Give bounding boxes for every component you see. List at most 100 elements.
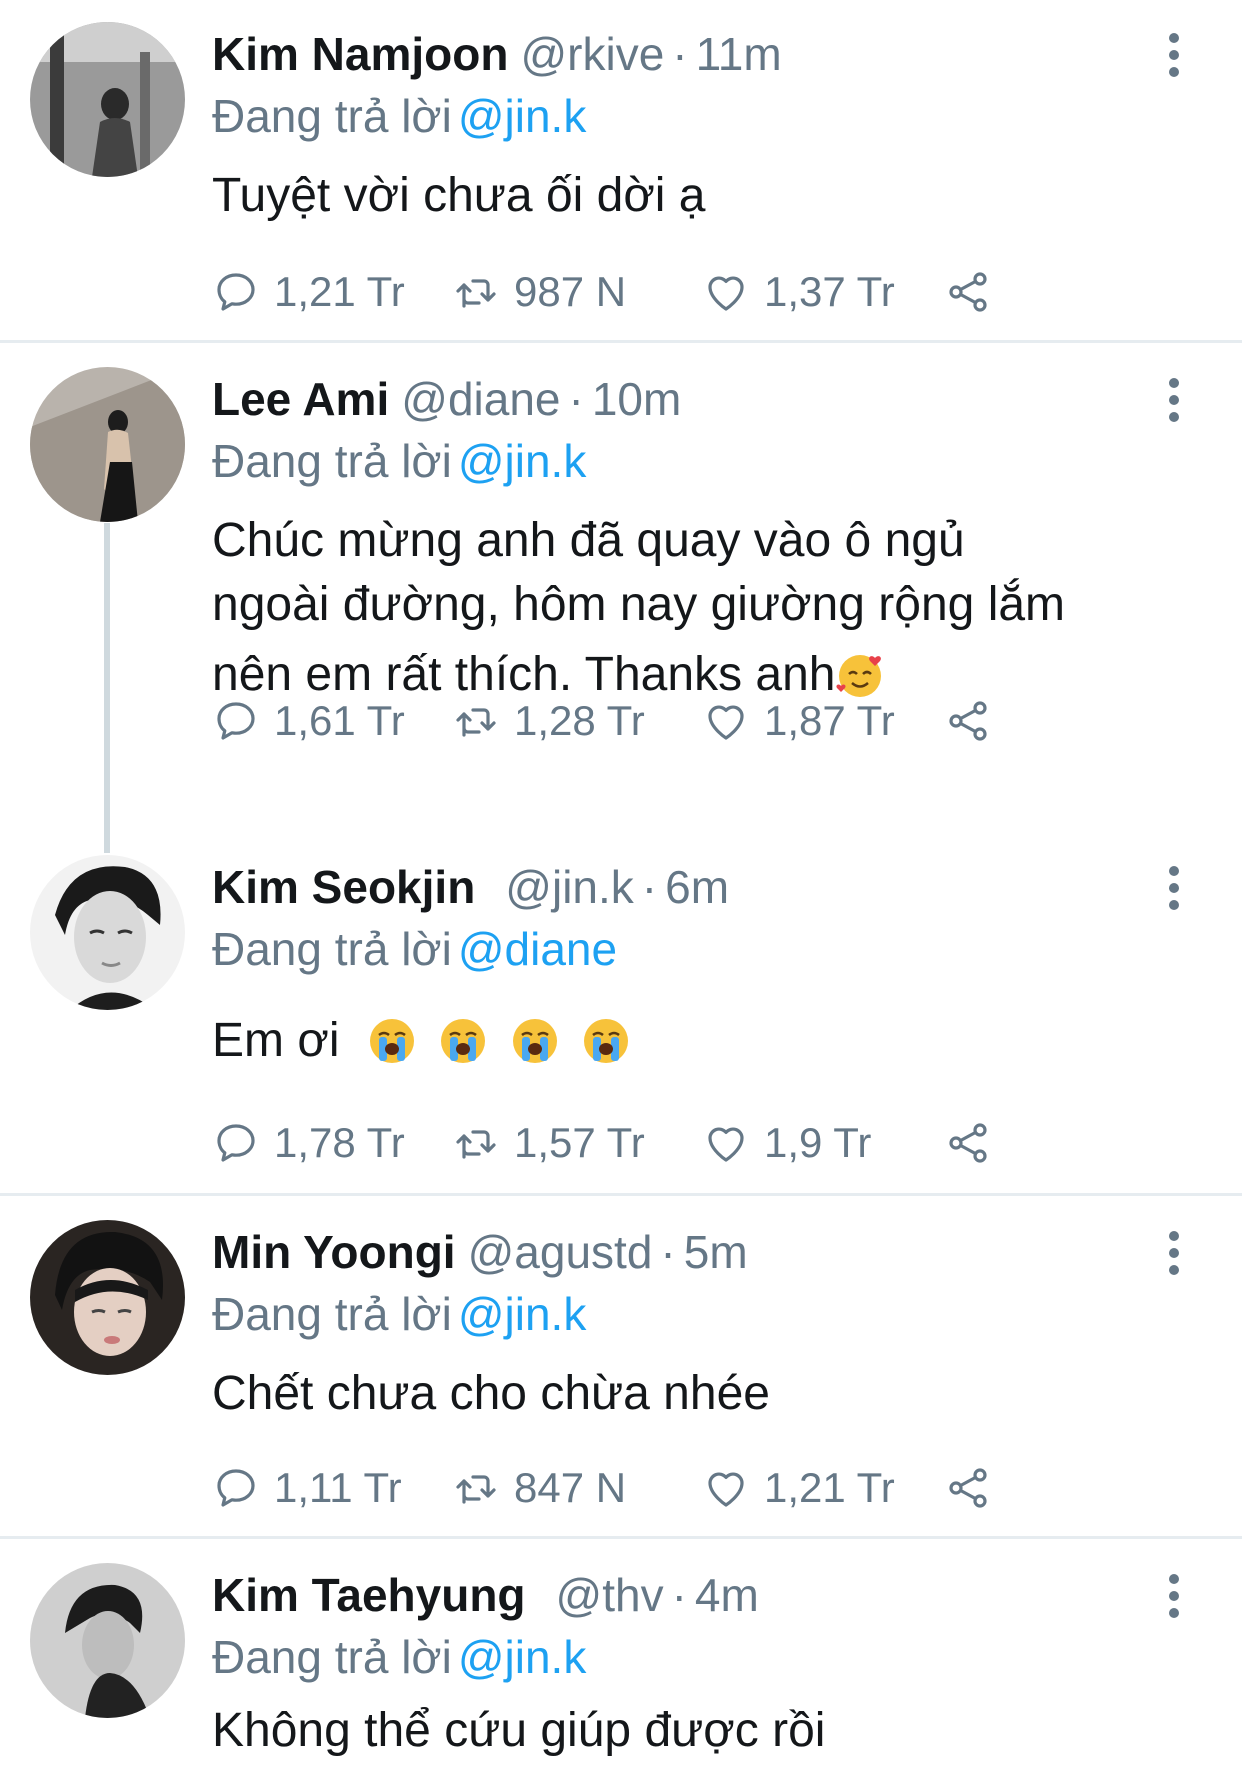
replying-to: Đang trả lời @jin.k xyxy=(212,1284,586,1344)
mention-link[interactable]: @jin.k xyxy=(458,90,587,142)
tweet-text-line: ngoài đường, hôm nay giường rộng lắm xyxy=(212,578,1066,631)
like-button[interactable]: 1,37 Tr xyxy=(702,262,895,322)
timestamp[interactable]: 6m xyxy=(665,861,729,913)
retweet-button[interactable]: 1,28 Tr xyxy=(452,691,645,751)
replying-to: Đang trả lời @jin.k xyxy=(212,431,586,491)
tweet-header: Lee Ami @diane · 10m xyxy=(212,369,1122,429)
timestamp[interactable]: 11m xyxy=(696,28,782,80)
reply-icon xyxy=(212,697,260,745)
retweet-icon xyxy=(452,697,500,745)
avatar[interactable] xyxy=(30,22,185,177)
reply-icon xyxy=(212,268,260,316)
tweet-text: Em ơi xyxy=(212,1009,1172,1083)
reply-count: 1,78 Tr xyxy=(274,1119,405,1166)
share-button[interactable] xyxy=(944,262,1006,322)
like-button[interactable]: 1,21 Tr xyxy=(702,1458,895,1518)
tweet-kim-namjoon[interactable]: Kim Namjoon @rkive · 11m Đang trả lời @jin.k… xyxy=(0,0,1242,340)
timestamp[interactable]: 10m xyxy=(592,373,681,425)
tweet-header: Kim Namjoon @rkive · 11m xyxy=(212,24,1122,84)
action-bar: 1,61 Tr 1,28 Tr 1,87 Tr xyxy=(212,691,1012,751)
reply-button[interactable]: 1,78 Tr xyxy=(212,1113,405,1173)
avatar[interactable] xyxy=(30,367,185,522)
tweet-text-line: Em ơi xyxy=(212,1014,340,1067)
tweet-min-yoongi[interactable]: Min Yoongi @agustd · 5m Đang trả lời @jin.k … xyxy=(0,1196,1242,1536)
like-count: 1,87 Tr xyxy=(764,697,895,744)
replying-to: Đang trả lời @diane xyxy=(212,919,617,979)
mention-link[interactable]: @jin.k xyxy=(458,435,587,487)
replying-to-label: Đang trả lời xyxy=(212,1288,452,1340)
author-name[interactable]: Min Yoongi xyxy=(212,1226,456,1278)
more-icon[interactable] xyxy=(1164,859,1184,919)
author-name[interactable]: Kim Taehyung xyxy=(212,1569,526,1621)
replying-to: Đang trả lời @jin.k xyxy=(212,86,586,146)
share-button[interactable] xyxy=(944,1113,1006,1173)
share-button[interactable] xyxy=(944,1458,1006,1518)
separator-dot: · xyxy=(641,861,658,913)
tweet-header: Kim Taehyung @thv · 4m xyxy=(212,1565,1122,1625)
author-handle[interactable]: @thv xyxy=(556,1569,664,1621)
replying-to-label: Đang trả lời xyxy=(212,435,452,487)
author-name[interactable]: Lee Ami xyxy=(212,373,389,425)
mention-link[interactable]: @jin.k xyxy=(458,1288,587,1340)
reply-button[interactable]: 1,61 Tr xyxy=(212,691,405,751)
more-icon[interactable] xyxy=(1164,26,1184,86)
tweet-text: Tuyệt vời chưa ối dời ạ xyxy=(212,169,706,222)
tweet-text-line: Chúc mừng anh đã quay vào ô ngủ xyxy=(212,514,965,567)
reply-count: 1,61 Tr xyxy=(274,697,405,744)
author-handle[interactable]: @rkive xyxy=(520,28,664,80)
author-handle[interactable]: @jin.k xyxy=(505,861,634,913)
avatar[interactable] xyxy=(30,1563,185,1718)
tweet-header: Kim Seokjin @jin.k · 6m xyxy=(212,857,1122,917)
retweet-count: 1,57 Tr xyxy=(514,1119,645,1166)
replying-to-label: Đang trả lời xyxy=(212,923,452,975)
retweet-icon xyxy=(452,268,500,316)
replying-to-label: Đang trả lời xyxy=(212,1631,452,1683)
like-count: 1,9 Tr xyxy=(764,1119,872,1166)
reply-button[interactable]: 1,21 Tr xyxy=(212,262,405,322)
like-icon xyxy=(702,268,750,316)
share-icon xyxy=(944,268,992,316)
like-icon xyxy=(702,697,750,745)
action-bar: 1,11 Tr 847 N 1,21 Tr xyxy=(212,1458,1012,1518)
more-icon[interactable] xyxy=(1164,1224,1184,1284)
tweet-kim-taehyung[interactable]: Kim Taehyung @thv · 4m Đang trả lời @jin.k K… xyxy=(0,1539,1242,1787)
replying-to-label: Đang trả lời xyxy=(212,90,452,142)
like-icon xyxy=(702,1119,750,1167)
mention-link[interactable]: @diane xyxy=(458,923,617,975)
tweet-text: Không thể cứu giúp được rồi xyxy=(212,1704,826,1757)
action-bar: 1,78 Tr 1,57 Tr 1,9 Tr xyxy=(212,1113,1012,1173)
retweet-count: 987 N xyxy=(514,268,627,315)
author-handle[interactable]: @diane xyxy=(401,373,560,425)
share-icon xyxy=(944,1119,992,1167)
tweet-text: Chết chưa cho chừa nhée xyxy=(212,1367,770,1420)
more-icon[interactable] xyxy=(1164,1567,1184,1627)
thread-line xyxy=(104,523,110,853)
reply-feed: Kim Namjoon @rkive · 11m Đang trả lời @jin.k… xyxy=(0,0,1242,1787)
tweet-kim-seokjin[interactable]: Kim Seokjin @jin.k · 6m Đang trả lời @diane … xyxy=(0,833,1242,1193)
like-button[interactable]: 1,9 Tr xyxy=(702,1113,871,1173)
author-name[interactable]: Kim Seokjin xyxy=(212,861,475,913)
tweet-text: Chúc mừng anh đã quay vào ô ngủ ngoài đư… xyxy=(212,509,1172,717)
retweet-button[interactable]: 987 N xyxy=(452,262,626,322)
share-icon xyxy=(944,1464,992,1512)
timestamp[interactable]: 4m xyxy=(695,1569,759,1621)
loudly-crying-face-icon xyxy=(367,1014,631,1067)
author-name[interactable]: Kim Namjoon xyxy=(212,28,508,80)
separator-dot: · xyxy=(660,1226,676,1278)
retweet-count: 1,28 Tr xyxy=(514,697,645,744)
share-icon xyxy=(944,697,992,745)
more-icon[interactable] xyxy=(1164,371,1184,431)
tweet-lee-ami[interactable]: Lee Ami @diane · 10m Đang trả lời @jin.k Chú… xyxy=(0,343,1242,853)
reply-count: 1,11 Tr xyxy=(274,1464,402,1511)
author-handle[interactable]: @agustd xyxy=(468,1226,653,1278)
reply-button[interactable]: 1,11 Tr xyxy=(212,1458,402,1518)
avatar[interactable] xyxy=(30,1220,185,1375)
mention-link[interactable]: @jin.k xyxy=(458,1631,587,1683)
reply-count: 1,21 Tr xyxy=(274,268,405,315)
retweet-button[interactable]: 847 N xyxy=(452,1458,626,1518)
avatar[interactable] xyxy=(30,855,185,1010)
retweet-button[interactable]: 1,57 Tr xyxy=(452,1113,645,1173)
share-button[interactable] xyxy=(944,691,1006,751)
timestamp[interactable]: 5m xyxy=(684,1226,748,1278)
like-button[interactable]: 1,87 Tr xyxy=(702,691,895,751)
